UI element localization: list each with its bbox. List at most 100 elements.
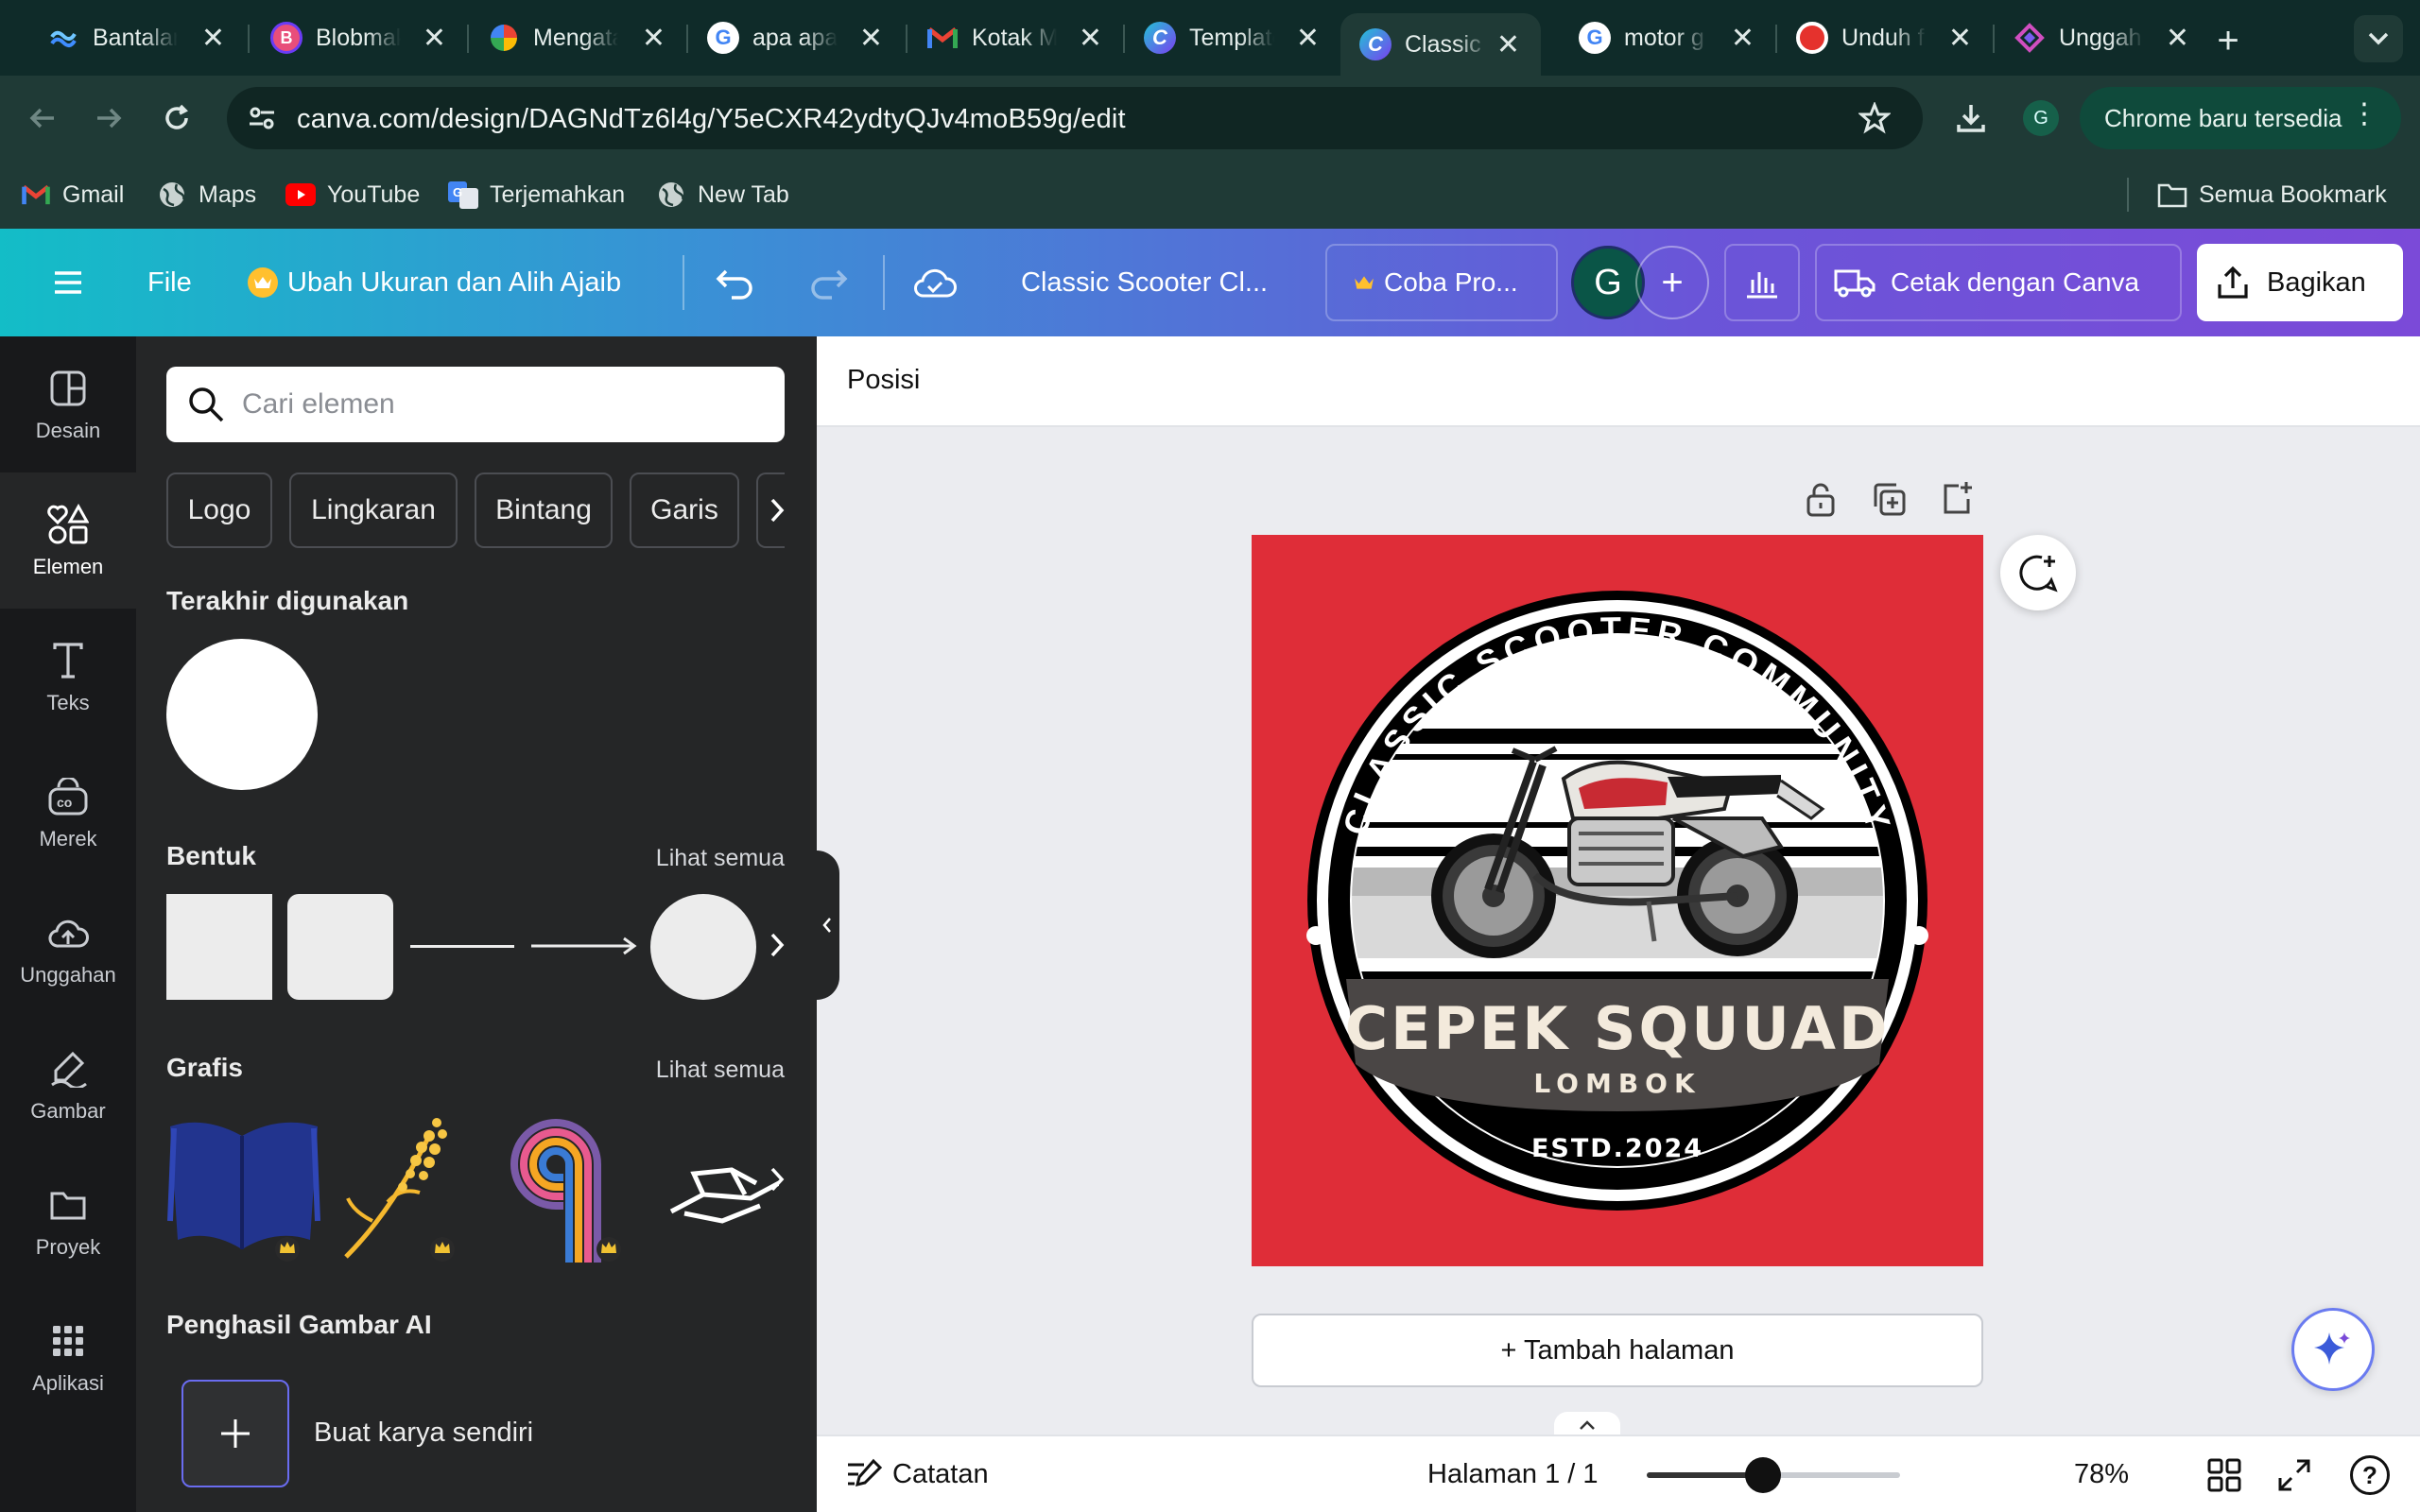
chip-star[interactable]: Bintang <box>475 472 613 548</box>
shape-circle[interactable] <box>650 894 756 1000</box>
bookmark-maps[interactable]: Maps <box>157 176 256 214</box>
back-arrow-icon[interactable] <box>19 94 66 142</box>
chip-line[interactable]: Garis <box>630 472 739 548</box>
design-page[interactable]: CLASSIC SCOOTER COMMUNITY CEPEK SQUUAD L… <box>1252 535 1983 1266</box>
graphic-open-book[interactable] <box>166 1108 321 1263</box>
graphic-wheat[interactable] <box>335 1108 490 1263</box>
truck-icon <box>1834 267 1876 298</box>
browser-tab-active[interactable]: C Classic ✕ <box>1340 13 1541 76</box>
browser-tab[interactable]: G motor g ✕ <box>1560 9 1775 66</box>
lock-icon[interactable] <box>1802 480 1840 518</box>
chip-logo[interactable]: Logo <box>166 472 272 548</box>
tab-search-chevron-icon[interactable] <box>2354 15 2403 62</box>
browser-tab[interactable]: Unduh f ✕ <box>1777 9 1993 66</box>
blob-favicon-icon: B <box>270 22 302 54</box>
shape-rounded-square[interactable] <box>287 894 393 1000</box>
add-comment-icon[interactable] <box>2000 535 2076 610</box>
close-tab-icon[interactable]: ✕ <box>1496 28 1520 61</box>
document-title[interactable]: Classic Scooter Cl... <box>1021 244 1268 321</box>
rail-item-projects[interactable]: Proyek <box>0 1153 136 1289</box>
shape-square[interactable] <box>166 894 272 1000</box>
bookmark-newtab[interactable]: New Tab <box>656 176 789 214</box>
file-menu-button[interactable]: File <box>147 244 192 321</box>
bookmark-gmail[interactable]: Gmail <box>21 176 124 214</box>
rail-item-draw[interactable]: Gambar <box>0 1017 136 1153</box>
main-menu-hamburger-icon[interactable] <box>38 244 98 321</box>
close-tab-icon[interactable]: ✕ <box>201 22 225 55</box>
duplicate-page-icon[interactable] <box>1870 480 1908 518</box>
undo-icon[interactable] <box>715 244 756 321</box>
new-tab-plus-icon[interactable]: + <box>2206 19 2250 62</box>
site-settings-icon[interactable] <box>246 102 278 134</box>
close-tab-icon[interactable]: ✕ <box>1948 22 1972 55</box>
reload-icon[interactable] <box>153 94 200 142</box>
download-icon[interactable] <box>1947 94 1995 142</box>
community-logo[interactable]: CLASSIC SCOOTER COMMUNITY CEPEK SQUUAD L… <box>1252 535 1983 1266</box>
all-bookmarks-button[interactable]: Semua Bookmark <box>2157 176 2387 214</box>
shape-arrow-line[interactable] <box>529 930 639 962</box>
shapes-next-chevron-icon[interactable] <box>754 922 800 968</box>
close-tab-icon[interactable]: ✕ <box>1731 22 1754 55</box>
browser-tab[interactable]: Kotak Masuk ✕ <box>908 9 1123 66</box>
collapse-panel-handle[interactable] <box>815 850 839 1000</box>
print-with-canva-button[interactable]: Cetak dengan Canva <box>1815 244 2182 321</box>
chrome-update-button[interactable]: Chrome baru tersedia ⋮ <box>2080 87 2401 149</box>
recent-circle-element[interactable] <box>166 639 318 790</box>
graphics-next-chevron-icon[interactable] <box>754 1157 800 1202</box>
fullscreen-icon[interactable] <box>2276 1457 2312 1493</box>
try-pro-button[interactable]: Coba Pro... <box>1325 244 1558 321</box>
cloud-saved-icon[interactable] <box>911 244 959 321</box>
bookmark-translate[interactable]: G Terjemahkan <box>448 176 625 214</box>
browser-tab[interactable]: Bantalan ✕ <box>28 9 246 66</box>
close-tab-icon[interactable]: ✕ <box>859 22 883 55</box>
rail-item-elements[interactable]: Elemen <box>0 472 136 609</box>
forward-arrow-icon[interactable] <box>85 94 132 142</box>
address-bar[interactable]: canva.com/design/DAGNdTz6l4g/Y5eCXR42ydt… <box>227 87 1923 149</box>
rail-item-apps[interactable]: Aplikasi <box>0 1289 136 1425</box>
close-tab-icon[interactable]: ✕ <box>423 22 446 55</box>
rail-item-brand[interactable]: co Merek <box>0 745 136 881</box>
magic-resize-button[interactable]: Ubah Ukuran dan Alih Ajaib <box>248 244 621 321</box>
search-input[interactable]: Cari elemen <box>166 367 785 442</box>
close-tab-icon[interactable]: ✕ <box>1296 22 1320 55</box>
notes-pencil-icon[interactable] <box>845 1457 883 1493</box>
browser-tab[interactable]: B Blobmaker ✕ <box>251 9 467 66</box>
grid-view-icon[interactable] <box>2206 1457 2242 1493</box>
graphic-rainbow-nine[interactable] <box>503 1108 658 1263</box>
ai-create-plus-icon[interactable] <box>182 1380 289 1487</box>
invite-plus-icon[interactable]: + <box>1635 246 1709 319</box>
zoom-slider-knob[interactable] <box>1745 1457 1782 1493</box>
page-indicator[interactable]: Halaman 1 / 1 <box>1427 1459 1599 1490</box>
browser-tab[interactable]: Mengatasi ✕ <box>469 9 686 66</box>
browser-tab[interactable]: C Template ✕ <box>1125 9 1340 66</box>
rail-item-text[interactable]: Teks <box>0 609 136 745</box>
zoom-percentage[interactable]: 78% <box>2074 1459 2129 1490</box>
bookmark-star-icon[interactable] <box>1858 102 1891 134</box>
add-page-button[interactable]: + Tambah halaman <box>1252 1314 1983 1387</box>
more-vert-icon[interactable]: ⋮ <box>2350 100 2378 129</box>
shape-line[interactable] <box>410 945 514 948</box>
browser-tab[interactable]: Unggah ✕ <box>1995 9 2210 66</box>
profile-avatar[interactable]: G <box>2023 100 2059 136</box>
browser-tab[interactable]: G apa apa ✕ <box>688 9 904 66</box>
chips-next-chevron-icon[interactable] <box>754 488 800 533</box>
position-button[interactable]: Posisi <box>847 365 920 396</box>
shapes-see-all-link[interactable]: Lihat semua <box>656 845 785 872</box>
share-button[interactable]: Bagikan <box>2197 244 2403 321</box>
close-tab-icon[interactable]: ✕ <box>1079 22 1102 55</box>
help-icon[interactable]: ? <box>2350 1455 2390 1495</box>
user-avatar[interactable]: G <box>1571 246 1645 319</box>
chip-circle[interactable]: Lingkaran <box>289 472 458 548</box>
analytics-chart-icon[interactable] <box>1724 244 1800 321</box>
notes-button[interactable]: Catatan <box>892 1459 989 1490</box>
close-tab-icon[interactable]: ✕ <box>2166 22 2189 55</box>
graphics-see-all-link[interactable]: Lihat semua <box>656 1057 785 1084</box>
redo-icon[interactable] <box>807 244 849 321</box>
add-page-icon[interactable] <box>1938 480 1976 518</box>
ai-create-label[interactable]: Buat karya sendiri <box>314 1418 533 1449</box>
rail-item-uploads[interactable]: Unggahan <box>0 881 136 1017</box>
magic-sparkle-icon[interactable] <box>2291 1308 2375 1391</box>
rail-item-design[interactable]: Desain <box>0 336 136 472</box>
close-tab-icon[interactable]: ✕ <box>642 22 666 55</box>
bookmark-youtube[interactable]: YouTube <box>285 176 420 214</box>
